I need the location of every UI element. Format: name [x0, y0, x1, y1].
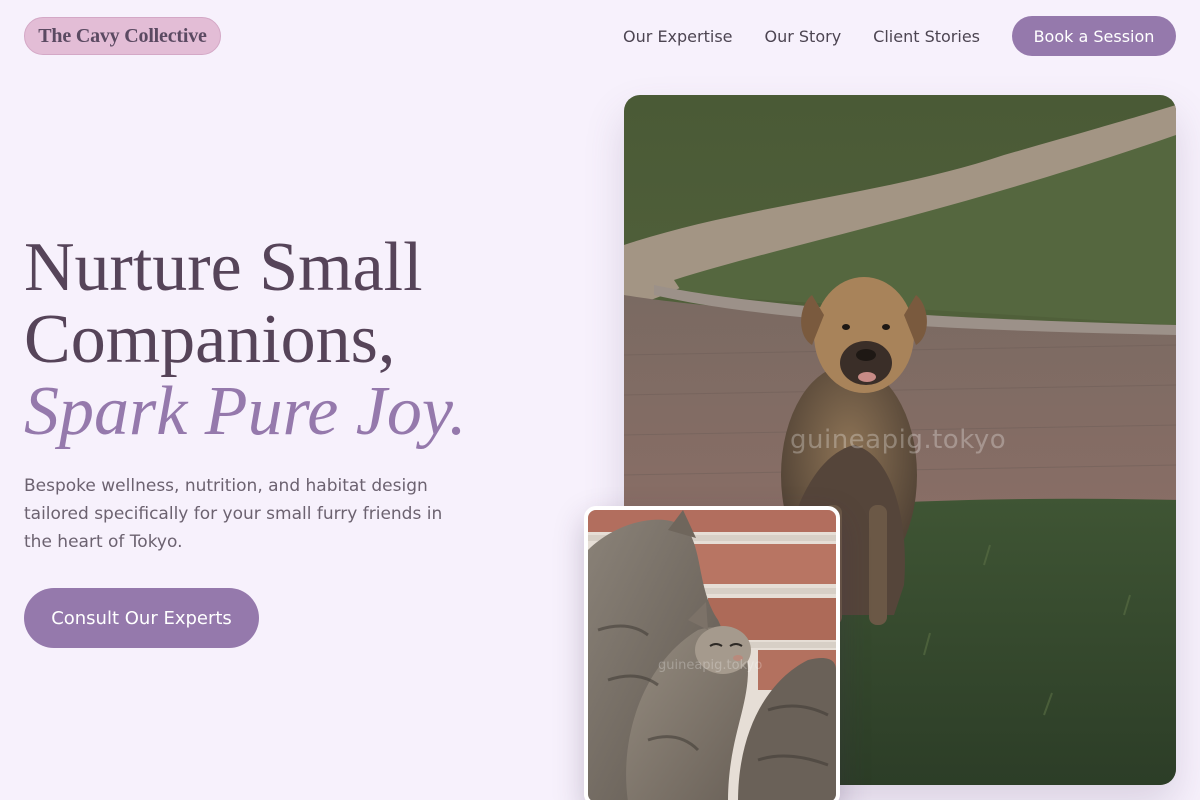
cats-photo: guineapig.tokyo	[584, 506, 840, 800]
hero-subtitle: Bespoke wellness, nutrition, and habitat…	[24, 476, 443, 552]
hero-title: Nurture Small Companions, Spark Pure Joy…	[24, 232, 584, 448]
nav-link-our-expertise[interactable]: Our Expertise	[623, 27, 732, 46]
nav-link-client-stories[interactable]: Client Stories	[873, 27, 980, 46]
cats-photo-watermark: guineapig.tokyo	[658, 658, 763, 673]
hero-title-line-2: Companions,	[24, 301, 396, 378]
hero-title-accent: Spark Pure Joy.	[24, 373, 467, 450]
brand-logo[interactable]: The Cavy Collective	[24, 17, 221, 55]
consult-experts-button[interactable]: Consult Our Experts	[24, 588, 259, 648]
book-session-button[interactable]: Book a Session	[1012, 16, 1176, 56]
cats-photo-image	[588, 510, 836, 800]
photo-watermark: guineapig.tokyo	[790, 425, 1007, 455]
landing-page: The Cavy Collective Our Expertise Our St…	[0, 0, 1200, 800]
nav-link-our-story[interactable]: Our Story	[765, 27, 842, 46]
hero-title-line-1: Nurture Small	[24, 229, 423, 306]
main-nav: Our Expertise Our Story Client Stories B…	[623, 16, 1176, 56]
